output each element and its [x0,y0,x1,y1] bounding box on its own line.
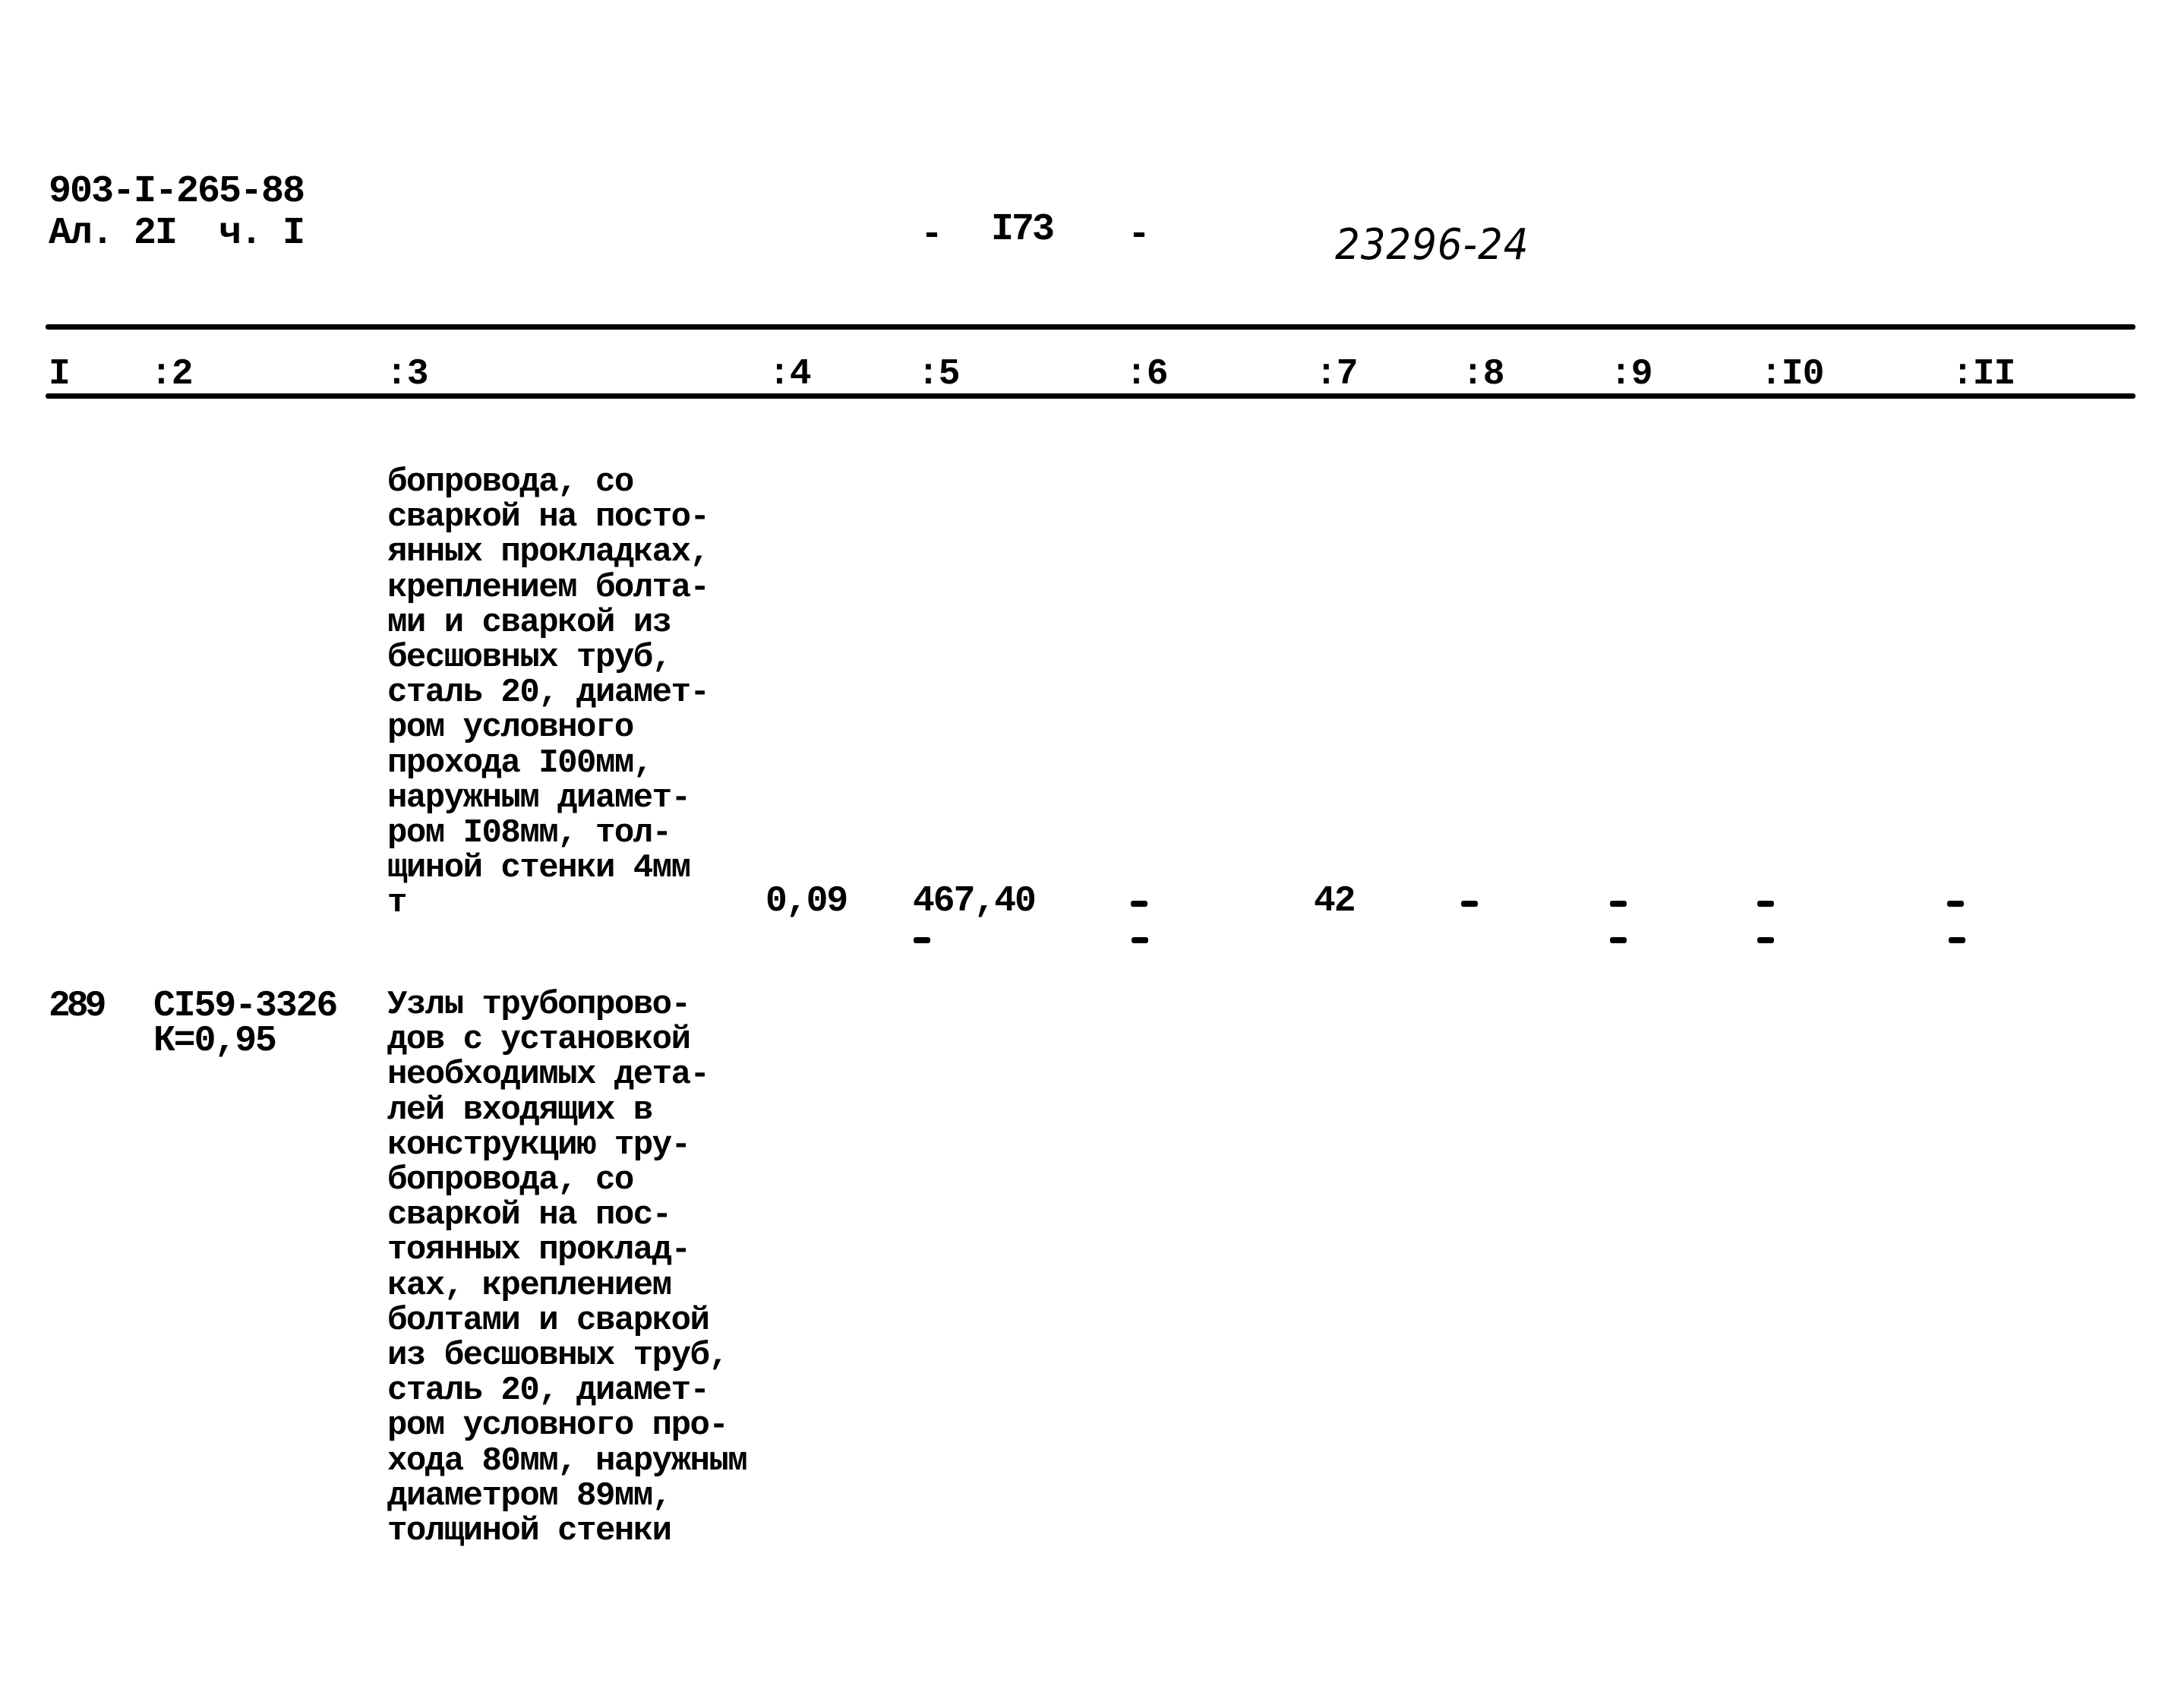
row-description: Узлы трубопрово- дов с установкой необхо… [387,986,748,1551]
description-line: ках, креплением [387,1266,672,1305]
column-header-9: :9 [1610,354,1653,395]
column-header-2: :2 [150,354,194,395]
description-line: креплением болта- [387,568,710,607]
column-header-11: :II [1952,354,2015,395]
description-line: янных прокладках, [387,533,710,572]
cell-col6-dash [1131,901,1147,907]
subcell-col11-dash [1949,937,1965,943]
norm-coefficient: К=0,95 [153,1021,277,1062]
table-top-rule [46,324,2135,330]
cell-col9-dash [1610,901,1627,907]
document-code: 903-I-265-88 [49,170,305,213]
column-header-10: :I0 [1760,354,1824,395]
subcell-col10-dash [1757,937,1774,943]
description-line: ром условного про- [387,1406,729,1445]
column-header-5: :5 [917,354,961,395]
column-header-1: I [49,354,71,395]
description-line: бопровода, со [387,463,634,501]
description-line: наружным диамет- [387,778,691,817]
description-line: дов с установкой [387,1021,691,1059]
description-line: необходимых дета- [387,1056,710,1094]
description-line: бопровода, со [387,1161,634,1200]
description-line: лей входящих в [387,1091,653,1129]
row-number: 289 [49,986,106,1027]
table-header-bottom-rule [46,393,2135,399]
column-header-8: :8 [1462,354,1505,395]
column-header-4: :4 [769,354,812,395]
description-line: ми и сваркой из [387,603,672,642]
column-header-6: :6 [1125,354,1169,395]
description-line: сваркой на пос- [387,1196,672,1235]
cell-col7-value: 42 [1314,881,1356,922]
description-line: ром условного [387,709,634,747]
cell-col11-dash [1947,901,1964,907]
column-header-7: :7 [1315,354,1359,395]
album-part-label: Ал. 2I ч. I [49,212,305,255]
page-number: I73 [991,208,1055,251]
cell-col5-value: 467,40 [913,881,1037,922]
description-line: болтами и сваркой [387,1301,710,1340]
description-line: конструкцию тру- [387,1126,691,1164]
page-dash-left: - [920,213,944,257]
description-line: ром I08мм, тол- [387,814,672,853]
page-dash-right: - [1128,213,1151,257]
column-header-3: :3 [386,354,429,395]
description-line: диаметром 89мм, [387,1476,672,1515]
description-line: Узлы трубопрово- [387,986,691,1024]
handwritten-archive-number: 23296-24 [1335,220,1529,270]
subcell-col9-dash [1610,937,1627,943]
cell-col4-value: 0,09 [765,881,848,922]
description-line: хода 80мм, наружным [387,1441,748,1480]
row-description: бопровода, со сваркой на посто- янных пр… [387,463,710,923]
norm-code: CI59-3326 [153,986,338,1027]
description-line: сталь 20, диамет- [387,1372,710,1410]
description-line: толщиной стенки [387,1512,672,1551]
cell-col10-dash [1757,901,1774,907]
cell-col8-dash [1461,901,1478,907]
description-line: сваркой на посто- [387,498,710,537]
description-line: сталь 20, диамет- [387,674,710,712]
description-line: бесшовных труб, [387,639,672,677]
subcell-col5-dash [914,937,930,943]
description-line: тоянных проклад- [387,1231,691,1270]
description-line: щиной стенки 4мм [387,849,691,888]
description-line: прохода I00мм, [387,744,653,782]
subcell-col6-dash [1132,937,1148,943]
description-line: из бесшовных труб, [387,1337,729,1375]
description-line: т [387,884,407,923]
